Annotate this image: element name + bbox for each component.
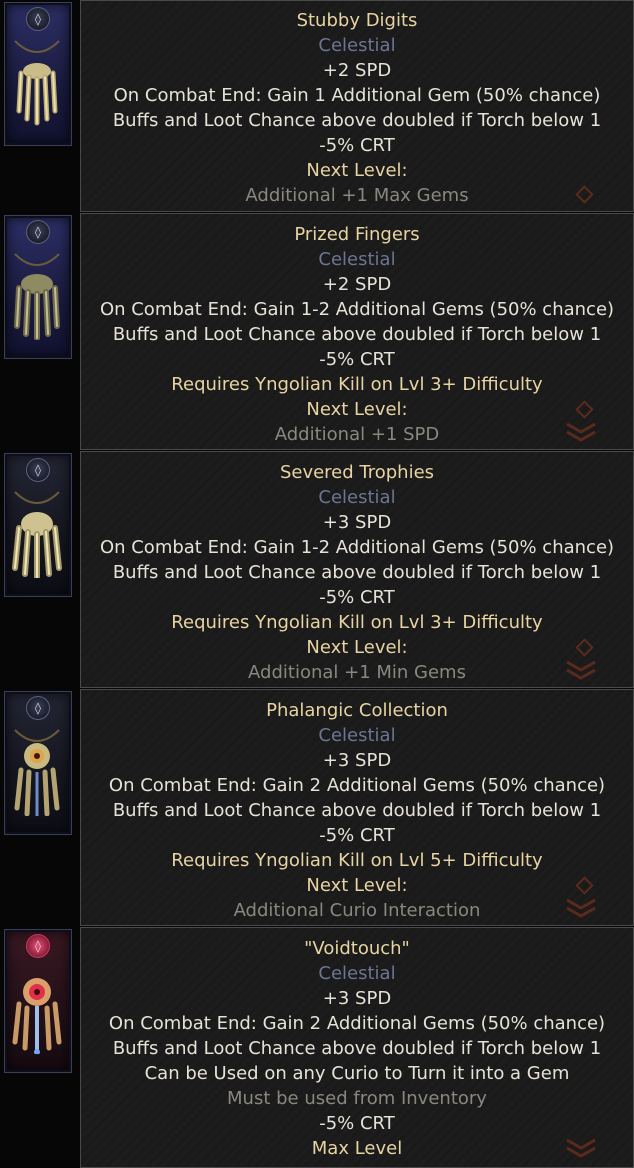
- prized-fingers-claw-icon: ◊: [4, 215, 72, 359]
- next-level-label: Next Level:: [306, 160, 408, 181]
- severed-trophies-claw-icon: ◊: [4, 453, 72, 597]
- stat-line: Buffs and Loot Chance above doubled if T…: [112, 1038, 602, 1059]
- max-level-label: Max Level: [311, 1138, 403, 1159]
- stat-line: -5% CRT: [319, 1113, 395, 1134]
- gem-emblem-icon: ◊: [26, 7, 50, 31]
- curio-card-stubby-digits: ◊ Stubby Digits Celestial +2 SPD On Comb…: [0, 0, 634, 212]
- chevron-down-icon: [566, 1138, 596, 1158]
- stat-line: Buffs and Loot Chance above doubled if T…: [112, 562, 602, 583]
- usage-note: Must be used from Inventory: [227, 1088, 487, 1109]
- curio-name: "Voidtouch": [304, 938, 410, 959]
- curio-tier: Celestial: [318, 725, 396, 746]
- curio-tier: Celestial: [318, 35, 396, 56]
- gem-emblem-icon: ◊: [26, 458, 50, 482]
- curio-name: Stubby Digits: [296, 10, 418, 31]
- chevron-down-icon: [566, 898, 596, 918]
- stat-line: On Combat End: Gain 2 Additional Gems (5…: [108, 775, 606, 796]
- chevron-down-icon: [566, 422, 596, 442]
- curio-tier: Celestial: [318, 487, 396, 508]
- stat-line: On Combat End: Gain 2 Additional Gems (5…: [108, 1013, 606, 1034]
- gem-emblem-icon: ◊: [26, 220, 50, 244]
- next-level-value: Additional +1 Min Gems: [248, 662, 466, 683]
- next-level-label: Next Level:: [306, 875, 408, 896]
- next-level-label: Next Level:: [306, 399, 408, 420]
- stat-line: +2 SPD: [322, 60, 392, 81]
- next-level-label: Next Level:: [306, 637, 408, 658]
- curio-card-severed-trophies: ◊ Severed Trophies Celestial +3 SPD On C…: [0, 451, 634, 688]
- stat-line: On Combat End: Gain 1-2 Additional Gems …: [99, 537, 615, 558]
- stat-line: Buffs and Loot Chance above doubled if T…: [112, 110, 602, 131]
- curio-name: Prized Fingers: [294, 224, 420, 245]
- icon-column: ◊: [0, 927, 80, 1168]
- stat-line: -5% CRT: [319, 349, 395, 370]
- curio-tier: Celestial: [318, 249, 396, 270]
- stat-line: On Combat End: Gain 1 Additional Gem (50…: [113, 85, 601, 106]
- curio-name: Phalangic Collection: [266, 700, 448, 721]
- stat-line: Can be Used on any Curio to Turn it into…: [144, 1063, 570, 1084]
- chevron-down-icon: [566, 660, 596, 680]
- stat-line: -5% CRT: [319, 587, 395, 608]
- voidtouch-eye-icon: ◊: [4, 929, 72, 1073]
- icon-column: ◊: [0, 0, 80, 212]
- next-level-value: Additional Curio Interaction: [233, 900, 481, 921]
- curio-panel: Stubby Digits Celestial +2 SPD On Combat…: [80, 0, 634, 212]
- curio-card-voidtouch: ◊ "Voidtouch" Celestial +3 SPD On Combat…: [0, 927, 634, 1168]
- stat-line: -5% CRT: [319, 825, 395, 846]
- curio-panel: Severed Trophies Celestial +3 SPD On Com…: [80, 451, 634, 688]
- stat-line: On Combat End: Gain 1-2 Additional Gems …: [99, 299, 615, 320]
- stat-line: +2 SPD: [322, 274, 392, 295]
- stat-line: +3 SPD: [322, 512, 392, 533]
- curio-panel: Phalangic Collection Celestial +3 SPD On…: [80, 689, 634, 926]
- curio-tier: Celestial: [318, 963, 396, 984]
- icon-column: ◊: [0, 451, 80, 688]
- next-level-value: Additional +1 Max Gems: [245, 185, 469, 206]
- icon-column: ◊: [0, 689, 80, 926]
- gem-emblem-icon: ◊: [26, 934, 50, 958]
- curio-tooltip-list: ◊ Stubby Digits Celestial +2 SPD On Comb…: [0, 0, 634, 1168]
- gem-emblem-icon: ◊: [26, 696, 50, 720]
- icon-column: ◊: [0, 213, 80, 450]
- curio-card-prized-fingers: ◊ Prized Fingers Celestial +2 SPD On Com…: [0, 213, 634, 450]
- requirement-line: Requires Yngolian Kill on Lvl 3+ Difficu…: [171, 612, 543, 633]
- stubby-digits-claw-icon: ◊: [4, 2, 72, 146]
- curio-card-phalangic-collection: ◊ Phalangic Collection Celestial +3 SPD …: [0, 689, 634, 926]
- stat-line: +3 SPD: [322, 988, 392, 1009]
- curio-name: Severed Trophies: [279, 462, 435, 483]
- stat-line: -5% CRT: [319, 135, 395, 156]
- stat-line: Buffs and Loot Chance above doubled if T…: [112, 800, 602, 821]
- curio-panel: Prized Fingers Celestial +2 SPD On Comba…: [80, 213, 634, 450]
- stat-line: +3 SPD: [322, 750, 392, 771]
- curio-panel: "Voidtouch" Celestial +3 SPD On Combat E…: [80, 927, 634, 1168]
- phalangic-collection-eye-icon: ◊: [4, 691, 72, 835]
- requirement-line: Requires Yngolian Kill on Lvl 5+ Difficu…: [171, 850, 543, 871]
- requirement-line: Requires Yngolian Kill on Lvl 3+ Difficu…: [171, 374, 543, 395]
- stat-line: Buffs and Loot Chance above doubled if T…: [112, 324, 602, 345]
- next-level-value: Additional +1 SPD: [274, 424, 440, 445]
